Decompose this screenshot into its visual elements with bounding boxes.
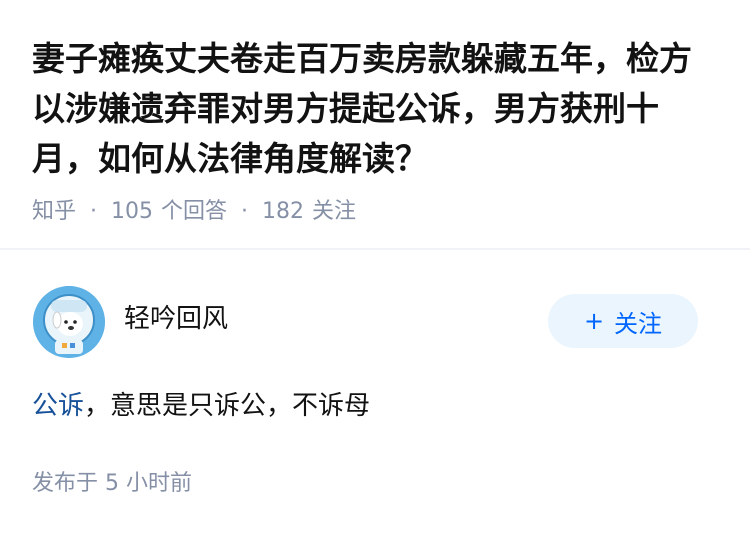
answer-text: ，意思是只诉公，不诉母 (84, 391, 371, 421)
question-title[interactable]: 妻子瘫痪丈夫卷走百万卖房款躲藏五年，检方以涉嫌遗弃罪对男方提起公诉，男方获刑十月… (32, 34, 722, 184)
publish-prefix: 发布于 (32, 471, 99, 496)
question-meta: 知乎 · 105 个回答 · 182 关注 (32, 196, 356, 228)
source-label: 知乎 (32, 199, 77, 224)
publish-time: 5 小时前 (105, 471, 193, 496)
answer-count: 105 (111, 199, 154, 224)
separator-dot: · (90, 199, 98, 224)
keyword-link[interactable]: 公诉 (32, 391, 84, 421)
section-divider (0, 248, 750, 250)
follow-button-label: 关注 (614, 309, 663, 338)
follower-count-label: 关注 (312, 199, 357, 224)
author-name[interactable]: 轻吟回风 (124, 300, 228, 338)
astronaut-dog-icon (33, 286, 105, 358)
answer-content: 公诉，意思是只诉公，不诉母 (32, 386, 370, 426)
follower-count: 182 (262, 199, 305, 224)
follow-button[interactable]: + 关注 (548, 294, 698, 348)
publish-timestamp: 发布于 5 小时前 (32, 468, 192, 500)
separator-dot: · (241, 199, 249, 224)
avatar[interactable] (33, 286, 105, 358)
answer-count-label[interactable]: 个回答 (161, 196, 227, 228)
plus-icon: + (583, 307, 605, 335)
